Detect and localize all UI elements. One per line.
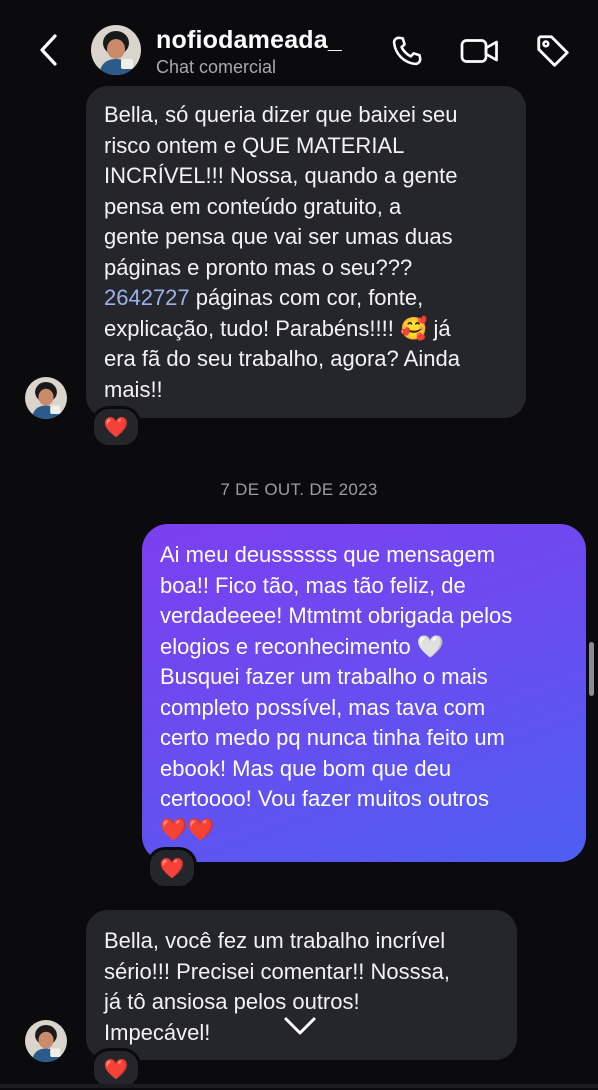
chat-type-label: Chat comercial <box>156 57 277 77</box>
back-button[interactable] <box>30 30 66 70</box>
phone-number-link[interactable]: 2642727 <box>104 285 190 310</box>
heart-reaction[interactable]: ❤️ <box>91 406 141 448</box>
contact-username[interactable]: nofiodameada_ <box>156 26 342 55</box>
message-line: certoooo! Vou fazer muitos outros <box>160 786 489 811</box>
message-line: boa!! Fico tão, mas tão feliz, de <box>160 572 466 598</box>
message-line: sério!!! Precisei comentar!! Nosssa, <box>104 958 451 984</box>
message-line: gente pensa que vai ser umas duas <box>104 224 453 249</box>
incoming-message[interactable]: Bella, só queria dizer que baixei seu ri… <box>86 86 526 418</box>
message-line: Busquei fazer um trabalho o mais <box>160 664 488 689</box>
chevron-left-icon <box>40 34 57 66</box>
heart-icon: ❤️ <box>159 857 185 880</box>
message-line: mais!! <box>104 376 163 402</box>
video-camera-icon <box>460 39 498 63</box>
contact-avatar-small[interactable] <box>25 1020 67 1062</box>
chevron-down-icon <box>284 1017 316 1035</box>
message-line: Bella, só queria dizer que baixei seu <box>104 102 458 127</box>
message-text: elogios e reconhecimento <box>160 633 417 659</box>
message-line: ebook! Mas que bom que deu <box>160 755 452 781</box>
white-heart-emoji: 🤍 <box>416 633 445 659</box>
contact-avatar[interactable] <box>91 25 141 75</box>
chat-header: nofiodameada_ Chat comercial <box>0 0 598 96</box>
date-separator: 7 DE OUT. DE 2023 <box>220 480 378 499</box>
outgoing-message[interactable]: Ai meu deussssss que mensagem boa!! Fico… <box>142 524 586 862</box>
heart-icon: ❤️ <box>103 1058 129 1081</box>
heart-reaction[interactable]: ❤️ <box>147 847 197 889</box>
scrollbar-thumb[interactable] <box>589 642 594 696</box>
message-line: páginas e pronto mas o seu??? <box>104 254 413 280</box>
message-text: já <box>427 315 451 341</box>
tag-icon <box>537 35 569 67</box>
call-button[interactable] <box>386 30 428 72</box>
composer-edge <box>0 1084 598 1088</box>
message-line: Ai meu deussssss que mensagem <box>160 542 496 567</box>
smiling-face-hearts-emoji: 🥰 <box>399 315 428 341</box>
message-line: completo possível, mas tava com <box>160 694 486 720</box>
message-line: explicação, tudo! Parabéns!!!! 🥰 já <box>104 314 510 345</box>
message-line: 2642727 páginas com cor, fonte, <box>104 283 510 314</box>
scroll-to-bottom-button[interactable] <box>278 1008 322 1044</box>
message-line: Bella, você fez um trabalho incrível <box>104 928 446 953</box>
contact-avatar-small[interactable] <box>25 377 67 419</box>
message-line: verdadeeee! Mtmtmt obrigada pelos <box>160 603 513 628</box>
heart-icon: ❤️ <box>103 416 129 439</box>
message-line: risco ontem e QUE MATERIAL <box>104 132 405 158</box>
message-line: era fã do seu trabalho, agora? Ainda <box>104 346 460 371</box>
message-line: elogios e reconhecimento 🤍 <box>160 632 570 663</box>
label-button[interactable] <box>532 30 574 72</box>
hearts-emoji-line: ❤️❤️ <box>160 816 215 842</box>
message-text: explicação, tudo! Parabéns!!!! <box>104 315 400 341</box>
message-line: pensa em conteúdo gratuito, a <box>104 193 402 219</box>
phone-icon <box>392 36 422 66</box>
message-text: páginas com cor, fonte, <box>189 285 424 310</box>
message-line: certo medo pq nunca tinha feito um <box>160 725 505 750</box>
video-call-button[interactable] <box>459 30 501 72</box>
message-line: INCRÍVEL!!! Nossa, quando a gente <box>104 163 458 188</box>
